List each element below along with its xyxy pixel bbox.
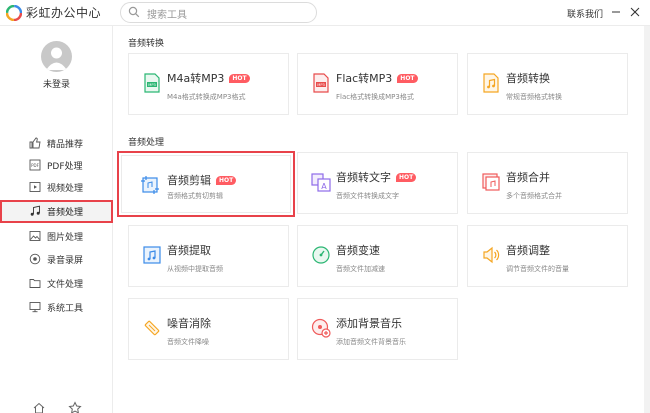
card-title: 添加背景音乐: [336, 317, 402, 330]
audio-to-text-icon: A: [311, 173, 331, 192]
thumbs-up-icon: [29, 137, 41, 149]
card-description: 音频文件降噪: [167, 338, 209, 346]
card-title: 音频合并: [506, 171, 550, 184]
contact-us-link[interactable]: 联系我们: [567, 7, 603, 20]
section-title-audio-convert: 音频转换: [128, 39, 165, 49]
tool-card-m4a-to-mp3[interactable]: MP3 M4a转MP3 HOT M4a格式转换成MP3格式: [128, 53, 289, 115]
card-description: 音频格式剪切剪辑: [167, 192, 223, 200]
music-note-icon: [30, 205, 40, 216]
search-input[interactable]: 搜索工具: [147, 6, 187, 21]
image-icon: [29, 231, 41, 241]
hot-badge: HOT: [229, 74, 250, 83]
card-description: Flac格式转换成MP3格式: [336, 93, 414, 101]
sidebar-item-record[interactable]: 录音录屏: [0, 248, 113, 270]
sidebar-item-label: PDF处理: [47, 162, 83, 172]
tool-card-add-bgm[interactable]: 添加背景音乐 添加音频文件背景音乐: [297, 298, 458, 360]
sidebar-item-label: 文件处理: [47, 280, 84, 290]
app-title: 彩虹办公中心: [26, 6, 102, 20]
tool-card-audio-cut[interactable]: 音频剪辑 HOT 音频格式剪切剪辑: [117, 151, 295, 217]
card-title: Flac转MP3: [336, 72, 393, 85]
sidebar-item-label: 系统工具: [47, 304, 84, 314]
sidebar-item-file[interactable]: 文件处理: [0, 272, 113, 294]
svg-text:PDF: PDF: [31, 163, 39, 168]
search-icon: [128, 6, 140, 18]
hot-badge: HOT: [397, 74, 418, 83]
svg-text:MP3: MP3: [148, 83, 156, 87]
sidebar-item-label: 精品推荐: [47, 140, 84, 150]
section-title-audio-process: 音频处理: [128, 138, 165, 148]
sidebar-item-recommend[interactable]: 精品推荐: [0, 132, 113, 154]
card-title: 噪音消除: [167, 317, 211, 330]
card-description: 多个音频格式合并: [506, 192, 562, 200]
sidebar-item-label: 音频处理: [47, 208, 84, 218]
noise-remove-icon: [144, 320, 160, 336]
sidebar-item-label: 图片处理: [47, 233, 84, 243]
minimize-icon[interactable]: [610, 6, 622, 18]
sidebar-item-video[interactable]: 视频处理: [0, 176, 113, 198]
card-description: 调节音频文件的音量: [506, 265, 569, 273]
card-description: M4a格式转换成MP3格式: [167, 93, 246, 101]
card-description: 音频文件加减速: [336, 265, 385, 273]
sidebar-item-image[interactable]: 图片处理: [0, 225, 113, 247]
card-title: 音频剪辑: [167, 174, 211, 187]
login-status[interactable]: 未登录: [0, 77, 113, 90]
tool-card-audio-merge[interactable]: 音频合并 多个音频格式合并: [467, 152, 628, 214]
tool-card-audio-to-text[interactable]: A 音频转文字 HOT 音频文件转换成文字: [297, 152, 458, 214]
m4a-to-mp3-icon: MP3: [144, 73, 160, 93]
sidebar-item-label: 视频处理: [47, 184, 84, 194]
rainbow-logo-icon: [6, 5, 22, 21]
hot-badge: HOT: [216, 176, 237, 185]
monitor-icon: [29, 302, 41, 313]
tool-card-audio-speed[interactable]: 音频变速 音频文件加减速: [297, 225, 458, 287]
sidebar-item-audio[interactable]: 音频处理: [0, 200, 113, 223]
close-icon[interactable]: [629, 6, 641, 18]
audio-merge-icon: [482, 173, 500, 191]
sidebar-item-label: 录音录屏: [47, 256, 84, 266]
svg-text:A: A: [321, 182, 327, 191]
audio-convert-icon: [483, 73, 499, 93]
card-description: 音频文件转换成文字: [336, 192, 399, 200]
tool-card-flac-to-mp3[interactable]: MP3 Flac转MP3 HOT Flac格式转换成MP3格式: [297, 53, 458, 115]
avatar[interactable]: [41, 41, 72, 72]
volume-adjust-icon: [483, 246, 500, 264]
scrollbar[interactable]: [644, 26, 650, 413]
title-bar: 彩虹办公中心 搜索工具 联系我们: [0, 0, 650, 26]
user-icon: [46, 47, 67, 70]
sidebar-item-system[interactable]: 系统工具: [0, 296, 113, 318]
svg-text:MP3: MP3: [317, 83, 325, 87]
star-icon[interactable]: [68, 401, 82, 413]
audio-extract-icon: [143, 246, 161, 264]
hot-badge: HOT: [396, 173, 417, 182]
sidebar: 未登录 精品推荐 PDF PDF处理 视频处理 音频处理 图片处理 录音录屏 文…: [0, 26, 113, 413]
add-bgm-icon: [311, 318, 331, 338]
tool-card-volume-adjust[interactable]: 音频调整 调节音频文件的音量: [467, 225, 628, 287]
card-title: 音频转换: [506, 72, 550, 85]
audio-speed-icon: [312, 246, 330, 264]
card-title: 音频提取: [167, 244, 211, 257]
search-box[interactable]: 搜索工具: [120, 2, 317, 23]
tool-card-noise-remove[interactable]: 噪音消除 音频文件降噪: [128, 298, 289, 360]
tool-card-audio-extract[interactable]: 音频提取 从视频中提取音频: [128, 225, 289, 287]
record-icon: [29, 253, 41, 265]
folder-icon: [29, 279, 41, 288]
flac-to-mp3-icon: MP3: [313, 73, 329, 93]
sidebar-item-pdf[interactable]: PDF PDF处理: [0, 154, 113, 176]
card-description: 从视频中提取音频: [167, 265, 223, 273]
card-title: 音频调整: [506, 244, 550, 257]
card-title: 音频变速: [336, 244, 380, 257]
video-icon: [29, 182, 41, 192]
card-description: 添加音频文件背景音乐: [336, 338, 406, 346]
card-title: 音频转文字: [336, 171, 391, 184]
home-icon[interactable]: [32, 401, 46, 413]
pdf-icon: PDF: [29, 159, 41, 171]
card-description: 常规音频格式转换: [506, 93, 562, 101]
card-title: M4a转MP3: [167, 72, 225, 85]
tool-card-audio-convert[interactable]: 音频转换 常规音频格式转换: [467, 53, 628, 115]
audio-cut-icon: [141, 176, 159, 194]
